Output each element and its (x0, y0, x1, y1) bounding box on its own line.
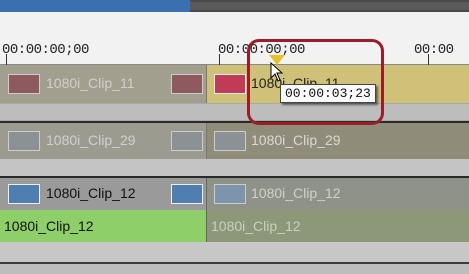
clip-v3-left[interactable]: 1080i_Clip_12 (0, 178, 207, 210)
clip-thumbnail-icon (214, 131, 246, 151)
clip-label: 1080i_Clip_12 (251, 185, 341, 201)
clip-thumbnail-icon (8, 131, 40, 151)
track-v1: 1080i_Clip_11 1080i_Clip_11 (0, 65, 469, 121)
timeline-ruler[interactable]: 00:00:00;00 00:00:00;00 00:00 (0, 12, 469, 76)
clip-thumbnail-icon (214, 74, 246, 94)
clip-label: 1080i_Clip_12 (4, 218, 94, 234)
track-a1: 1080i_Clip_12 1080i_Clip_12 (0, 210, 469, 242)
clip-a1-right[interactable]: 1080i_Clip_12 (207, 210, 469, 242)
clip-label: 1080i_Clip_12 (211, 218, 301, 234)
clip-thumbnail-icon (171, 131, 203, 151)
clip-label: 1080i_Clip_29 (251, 132, 341, 148)
track-v1-sub-lane (0, 104, 469, 120)
track-v2-sub-lane (0, 159, 469, 176)
track-v3: 1080i_Clip_12 1080i_Clip_12 (0, 178, 469, 210)
timeline-progress-bar (0, 0, 190, 12)
highlight-callout (247, 39, 384, 125)
clip-v2-left[interactable]: 1080i_Clip_29 (0, 123, 207, 159)
clip-thumbnail-icon (214, 184, 246, 204)
clip-thumbnail-icon (8, 184, 40, 204)
clip-v2-right[interactable]: 1080i_Clip_29 (207, 123, 469, 159)
timeline-bottom (0, 264, 469, 274)
timeline-scroll-track[interactable] (190, 2, 469, 10)
clip-v3-right[interactable]: 1080i_Clip_12 (207, 178, 469, 210)
clip-label: 1080i_Clip_11 (46, 75, 135, 91)
clip-v1-left[interactable]: 1080i_Clip_11 (0, 65, 207, 103)
track-a1-sub-lane (0, 242, 469, 262)
clip-label: 1080i_Clip_29 (46, 132, 136, 148)
clip-thumbnail-icon (8, 74, 40, 94)
track-v2: 1080i_Clip_29 1080i_Clip_29 (0, 123, 469, 176)
timeline-header-bar (0, 0, 469, 12)
clip-thumbnail-icon (171, 74, 203, 94)
ruler-timecode-3: 00:00 (414, 42, 454, 58)
ruler-timecode-1: 00:00:00;00 (2, 42, 89, 58)
clip-a1-left[interactable]: 1080i_Clip_12 (0, 210, 207, 242)
clip-thumbnail-icon (171, 184, 203, 204)
clip-label: 1080i_Clip_12 (46, 185, 136, 201)
